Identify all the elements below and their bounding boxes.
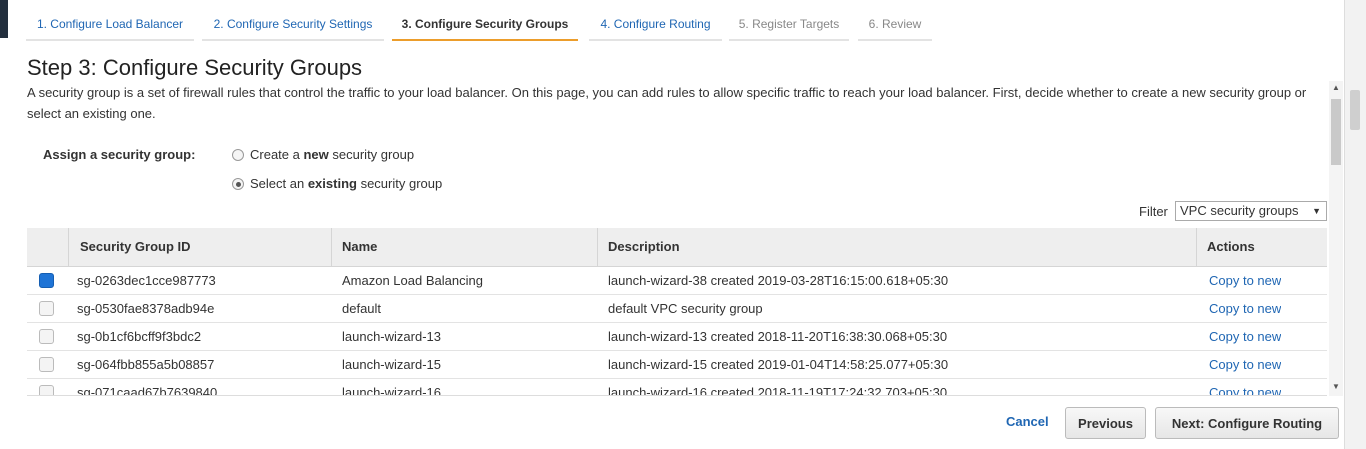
row-group-id: sg-0530fae8378adb94e (77, 301, 215, 316)
window-scrollbar[interactable] (1344, 0, 1366, 449)
row-group-id: sg-0b1cf6bcff9f3bdc2 (77, 329, 202, 344)
tab-configure-routing[interactable]: 4. Configure Routing (589, 12, 722, 41)
radio-select-existing-label: Select an existing security group (250, 176, 443, 191)
filter-select[interactable]: VPC security groups ▼ (1175, 201, 1327, 221)
row-description: launch-wizard-38 created 2019-03-28T16:1… (608, 273, 949, 288)
tab-configure-security-groups[interactable]: 3. Configure Security Groups (392, 12, 578, 41)
content-scrollbar[interactable]: ▲ ▼ (1329, 81, 1343, 396)
header-description[interactable]: Description (597, 228, 1196, 267)
page-title: Step 3: Configure Security Groups (27, 55, 363, 80)
row-checkbox[interactable] (39, 329, 54, 344)
table-row[interactable]: sg-0b1cf6bcff9f3bdc2 launch-wizard-13 la… (27, 323, 1327, 351)
row-name: Amazon Load Balancing (342, 273, 483, 288)
filter-label: Filter (1139, 204, 1168, 219)
content-scrollbar-thumb[interactable] (1331, 99, 1341, 165)
tab-configure-load-balancer[interactable]: 1. Configure Load Balancer (26, 12, 194, 41)
security-groups-table: Security Group ID Name Description Actio… (27, 228, 1327, 396)
page-description: A security group is a set of firewall ru… (27, 85, 1307, 121)
copy-to-new-link[interactable]: Copy to new (1209, 379, 1281, 395)
table-header: Security Group ID Name Description Actio… (27, 228, 1327, 267)
header-select (27, 228, 67, 267)
radio-create-new[interactable]: Create a new security group (232, 147, 414, 162)
scroll-down-icon[interactable]: ▼ (1332, 382, 1340, 391)
previous-button[interactable]: Previous (1065, 407, 1146, 439)
scroll-up-icon[interactable]: ▲ (1332, 83, 1340, 92)
chevron-down-icon: ▼ (1312, 206, 1321, 216)
cancel-link[interactable]: Cancel (1006, 414, 1049, 429)
row-checkbox[interactable] (39, 385, 54, 395)
console-nav-edge (0, 0, 8, 38)
row-description: launch-wizard-15 created 2019-01-04T14:5… (608, 357, 949, 372)
table-row[interactable]: sg-071caad67b7639840 launch-wizard-16 la… (27, 379, 1327, 396)
row-group-id: sg-071caad67b7639840 (77, 385, 218, 396)
copy-to-new-link[interactable]: Copy to new (1209, 351, 1281, 379)
row-description: launch-wizard-16 created 2018-11-19T17:2… (608, 385, 948, 396)
copy-to-new-link[interactable]: Copy to new (1209, 267, 1281, 295)
tab-register-targets: 5. Register Targets (729, 12, 849, 41)
tab-review: 6. Review (858, 12, 932, 41)
radio-create-new-control[interactable] (232, 148, 244, 161)
row-name: launch-wizard-15 (342, 357, 441, 372)
row-group-id: sg-064fbb855a5b08857 (77, 357, 215, 372)
row-name: default (342, 301, 382, 316)
header-name[interactable]: Name (331, 228, 597, 267)
row-description: launch-wizard-13 created 2018-11-20T16:3… (608, 329, 948, 344)
copy-to-new-link[interactable]: Copy to new (1209, 295, 1281, 323)
row-name: launch-wizard-13 (342, 329, 441, 344)
filter-selected-value: VPC security groups (1180, 203, 1299, 218)
table-row[interactable]: sg-0263dec1cce987773 Amazon Load Balanci… (27, 267, 1327, 295)
window-scrollbar-thumb[interactable] (1350, 90, 1360, 130)
radio-select-existing-control[interactable] (232, 177, 244, 190)
radio-create-new-label: Create a new security group (250, 147, 415, 162)
row-checkbox[interactable] (39, 357, 54, 372)
assign-security-group-label: Assign a security group: (43, 147, 196, 162)
next-configure-routing-button[interactable]: Next: Configure Routing (1155, 407, 1339, 439)
header-actions: Actions (1196, 228, 1327, 267)
table-row[interactable]: sg-064fbb855a5b08857 launch-wizard-15 la… (27, 351, 1327, 379)
row-checkbox[interactable] (39, 301, 54, 316)
copy-to-new-link[interactable]: Copy to new (1209, 323, 1281, 351)
row-name: launch-wizard-16 (342, 385, 441, 396)
table-row[interactable]: sg-0530fae8378adb94e default default VPC… (27, 295, 1327, 323)
row-checkbox[interactable] (39, 273, 54, 288)
row-group-id: sg-0263dec1cce987773 (77, 273, 216, 288)
radio-select-existing[interactable]: Select an existing security group (232, 176, 442, 191)
tab-configure-security-settings[interactable]: 2. Configure Security Settings (202, 12, 384, 41)
row-description: default VPC security group (608, 301, 763, 316)
header-security-group-id[interactable]: Security Group ID (68, 228, 332, 267)
